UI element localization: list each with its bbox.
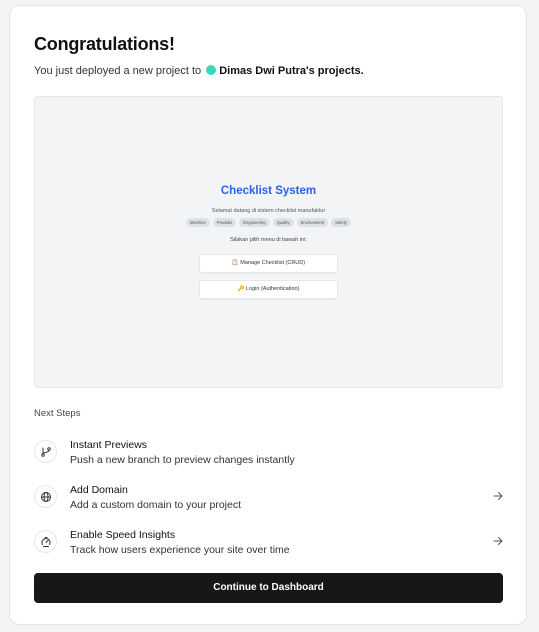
subtitle-prefix: You just deployed a new project to <box>34 65 202 77</box>
preview-tag: Engineering <box>239 218 270 227</box>
preview-tag: Safety <box>331 218 351 227</box>
globe-icon <box>34 485 57 508</box>
preview-prompt: Silakan pilih menu di bawah ini: <box>230 237 307 243</box>
step-description: Add a custom domain to your project <box>70 499 242 511</box>
deploy-subtitle: You just deployed a new project to Dimas… <box>34 65 364 77</box>
step-title: Instant Previews <box>70 439 148 451</box>
arrow-right-icon <box>493 537 503 545</box>
preview-manage-checklist-button: 📋 Manage Checklist (CRUD) <box>199 254 338 273</box>
step-speed-insights[interactable]: Enable Speed Insights Track how users ex… <box>34 527 504 563</box>
deployment-preview[interactable]: Checklist System Selamat datang di siste… <box>34 96 503 388</box>
preview-tag: Produks <box>212 218 237 227</box>
team-name[interactable]: Dimas Dwi Putra's projects. <box>219 65 363 77</box>
preview-welcome-text: Selamat datang di sistem checklist manuf… <box>211 208 326 214</box>
step-title: Add Domain <box>70 484 128 496</box>
preview-tags: Machine Produks Engineering Quality Envi… <box>35 218 502 227</box>
deployment-success-card: Congratulations! You just deployed a new… <box>9 5 527 625</box>
preview-tag: Machine <box>186 218 210 227</box>
page-title: Congratulations! <box>34 34 175 54</box>
preview-login-button: 🔑 Login (Authentication) <box>199 280 338 299</box>
branch-icon <box>34 440 57 463</box>
team-avatar <box>206 65 217 75</box>
speedometer-icon <box>34 530 57 553</box>
step-description: Track how users experience your site ove… <box>70 544 290 556</box>
step-instant-previews: Instant Previews Push a new branch to pr… <box>34 437 504 473</box>
preview-tag: Environment <box>296 218 329 227</box>
step-title: Enable Speed Insights <box>70 529 176 541</box>
step-add-domain[interactable]: Add Domain Add a custom domain to your p… <box>34 482 504 518</box>
next-steps-heading: Next Steps <box>34 408 81 419</box>
preview-tag: Quality <box>272 218 294 227</box>
continue-to-dashboard-button[interactable]: Continue to Dashboard <box>34 573 503 603</box>
preview-app-title: Checklist System <box>220 185 317 197</box>
arrow-right-icon <box>493 492 503 500</box>
step-description: Push a new branch to preview changes ins… <box>70 454 295 466</box>
